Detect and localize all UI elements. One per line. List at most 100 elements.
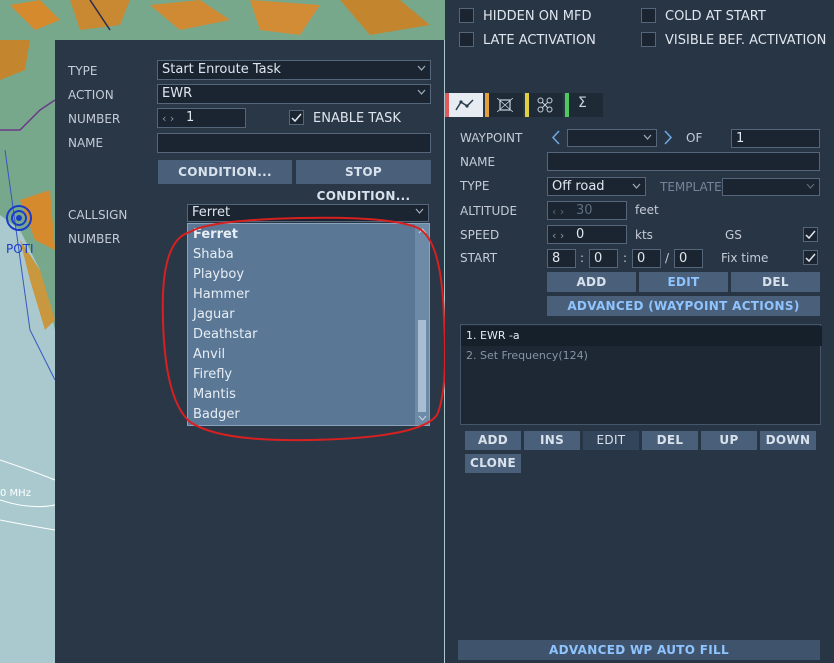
tab-color-strip	[525, 93, 529, 117]
highlight-annotation	[161, 216, 447, 442]
enable-task-checkbox[interactable]	[289, 110, 304, 125]
wp-edit-button[interactable]: EDIT	[639, 272, 728, 292]
waypoint-actions-list[interactable]: 1. EWR -a 2. Set Frequency(124)	[460, 324, 822, 425]
wp-name-input[interactable]	[547, 152, 820, 171]
template-label: TEMPLATE	[660, 180, 722, 194]
stepper-arrows-icon[interactable]: ‹ ›	[162, 111, 174, 127]
altitude-stepper[interactable]: ‹ › 30	[547, 201, 627, 220]
chevron-down-icon	[417, 89, 426, 95]
waypoint-dropdown[interactable]	[567, 129, 657, 147]
action-add-button[interactable]: ADD	[465, 431, 521, 450]
drone-icon	[537, 97, 553, 113]
checkmark-icon	[805, 253, 816, 263]
prev-waypoint-icon[interactable]	[551, 130, 561, 145]
chevron-down-icon	[643, 134, 652, 140]
visible-bef-activation-label: VISIBLE BEF. ACTIVATION	[665, 33, 827, 48]
wp-type-dropdown[interactable]: Off road	[547, 177, 646, 196]
stepper-arrows-icon[interactable]: ‹ ›	[552, 228, 564, 243]
stepper-arrows-icon[interactable]: ‹ ›	[552, 204, 564, 219]
checkmark-icon	[805, 230, 816, 240]
waypoint-count-field: 1	[731, 129, 820, 148]
advanced-waypoint-actions-button[interactable]: ADVANCED (WAYPOINT ACTIONS)	[547, 296, 820, 316]
gs-checkbox[interactable]	[803, 227, 818, 242]
speed-value: 0	[576, 227, 585, 242]
start-hour-field[interactable]: 0	[589, 249, 618, 268]
fix-time-checkbox[interactable]	[803, 250, 818, 265]
late-activation-label: LATE ACTIVATION	[483, 33, 596, 48]
chevron-down-icon	[806, 183, 815, 189]
action-label: ACTION	[68, 88, 114, 102]
cold-at-start-checkbox[interactable]	[641, 8, 656, 23]
wp-type-label: TYPE	[460, 179, 490, 193]
tab-drones[interactable]	[525, 93, 563, 117]
enable-task-label: ENABLE TASK	[313, 111, 401, 126]
action-dropdown[interactable]: EWR	[157, 84, 431, 104]
fix-time-label: Fix time	[721, 251, 769, 265]
callsign-label: CALLSIGN	[68, 208, 128, 222]
wp-add-button[interactable]: ADD	[547, 272, 636, 292]
action-ins-button[interactable]: INS	[524, 431, 580, 450]
cold-at-start-label: COLD AT START	[665, 9, 766, 24]
action-item[interactable]: 1. EWR -a	[461, 326, 822, 346]
visible-bef-activation-checkbox[interactable]	[641, 32, 656, 47]
action-clone-button[interactable]: CLONE	[465, 454, 521, 473]
template-dropdown[interactable]	[722, 178, 820, 196]
airbase-icon[interactable]	[5, 204, 33, 232]
type-dropdown[interactable]: Start Enroute Task	[157, 60, 431, 80]
tab-route[interactable]	[445, 93, 483, 117]
colon-separator: :	[580, 251, 585, 265]
tab-targets[interactable]	[485, 93, 523, 117]
next-waypoint-icon[interactable]	[663, 130, 673, 145]
action-down-button[interactable]: DOWN	[760, 431, 816, 450]
speed-unit: kts	[635, 228, 653, 242]
start-day-field[interactable]: 8	[547, 249, 576, 268]
condition-button[interactable]: CONDITION...	[158, 160, 292, 184]
start-second-value: 0	[679, 251, 688, 266]
stop-condition-button[interactable]: STOP CONDITION...	[296, 160, 431, 203]
start-second-field[interactable]: 0	[674, 249, 703, 268]
type-label: TYPE	[68, 64, 98, 78]
type-value: Start Enroute Task	[162, 62, 281, 77]
start-minute-field[interactable]: 0	[632, 249, 661, 268]
altitude-value: 30	[576, 203, 593, 218]
slash-separator: /	[665, 251, 670, 265]
start-day-value: 8	[552, 251, 561, 266]
name-input[interactable]	[157, 133, 431, 153]
waypoint-label: WAYPOINT	[460, 131, 523, 145]
start-minute-value: 0	[637, 251, 646, 266]
name-label: NAME	[68, 136, 104, 150]
wp-name-label: NAME	[460, 155, 496, 169]
action-item[interactable]: 2. Set Frequency(124)	[461, 346, 822, 366]
action-del-button[interactable]: DEL	[642, 431, 698, 450]
action-value: EWR	[162, 86, 193, 101]
number-label: NUMBER	[68, 112, 121, 126]
tab-color-strip	[445, 93, 449, 117]
action-up-button[interactable]: UP	[701, 431, 757, 450]
wp-del-button[interactable]: DEL	[731, 272, 820, 292]
number-stepper[interactable]: ‹ › 1	[157, 108, 246, 128]
speed-stepper[interactable]: ‹ › 0	[547, 225, 627, 244]
advanced-wp-auto-fill-button[interactable]: ADVANCED WP AUTO FILL	[458, 640, 820, 660]
frequency-label: 0 MHz	[0, 488, 31, 499]
number-value: 1	[186, 110, 195, 125]
of-label: OF	[686, 131, 703, 145]
waypoint-count-value: 1	[736, 131, 745, 146]
gs-label: GS	[725, 228, 742, 242]
wp-type-value: Off road	[552, 179, 605, 194]
tab-color-strip	[485, 93, 489, 117]
hidden-on-mfd-checkbox[interactable]	[459, 8, 474, 23]
checkmark-icon	[291, 113, 302, 123]
colon-separator: :	[623, 251, 628, 265]
route-icon	[455, 99, 474, 111]
task-panel: TYPE Start Enroute Task ACTION EWR NUMBE…	[55, 40, 447, 663]
number2-label: NUMBER	[68, 232, 121, 246]
action-edit-button[interactable]: EDIT	[583, 431, 639, 450]
altitude-label: ALTITUDE	[460, 204, 518, 218]
tab-color-strip	[565, 93, 569, 117]
chevron-down-icon	[417, 65, 426, 71]
late-activation-checkbox[interactable]	[459, 32, 474, 47]
sigma-icon: Σ	[578, 95, 587, 111]
poti-label: POTI	[6, 242, 34, 256]
altitude-unit: feet	[635, 203, 659, 217]
tab-summary[interactable]: Σ	[565, 93, 603, 117]
